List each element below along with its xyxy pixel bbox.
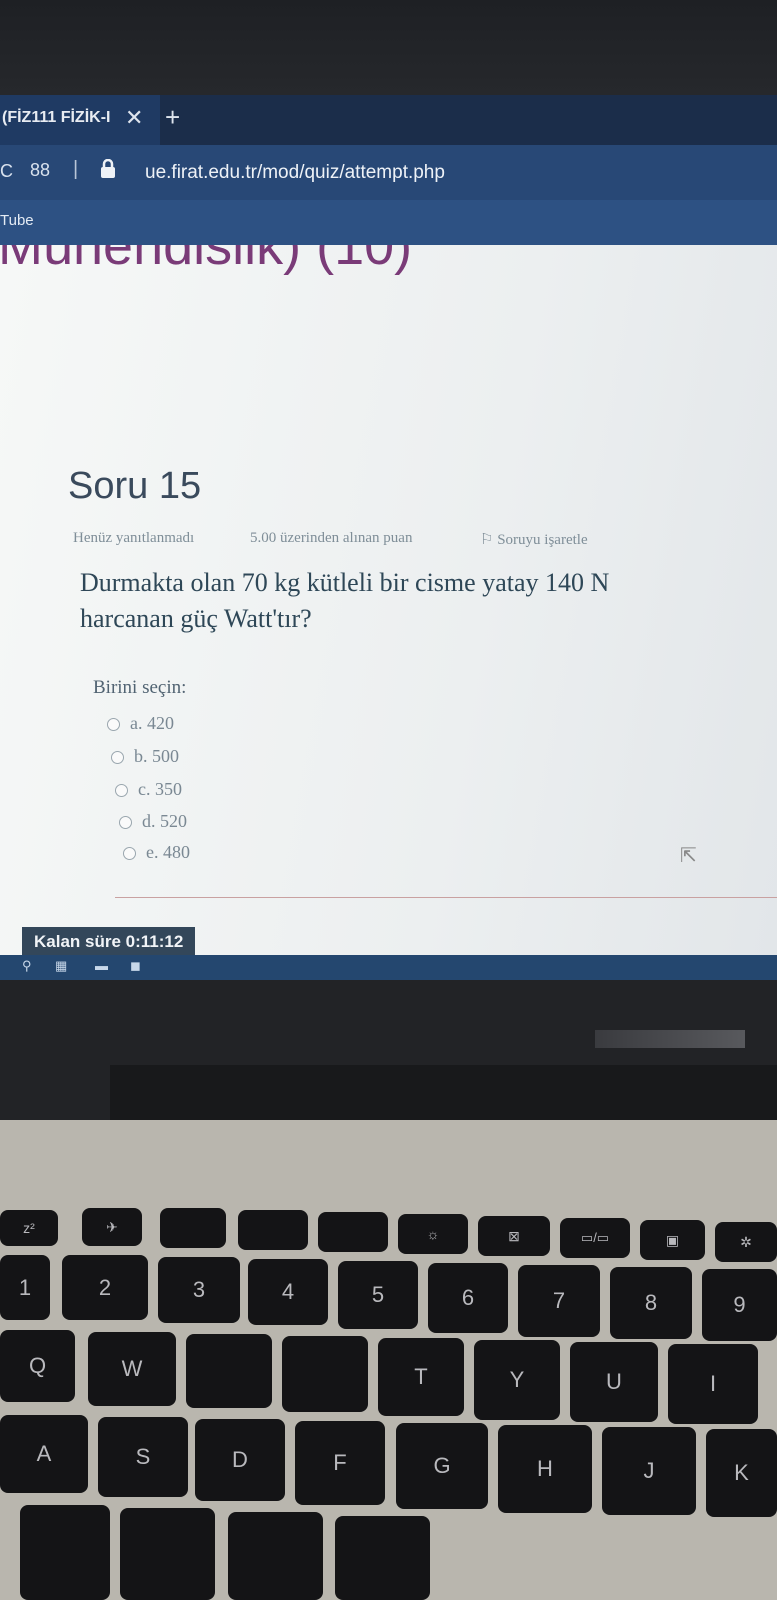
key-f4[interactable] bbox=[238, 1210, 308, 1250]
key-f9[interactable]: ▣ bbox=[640, 1220, 705, 1260]
key-7[interactable]: 7 bbox=[518, 1265, 600, 1337]
time-remaining: Kalan süre 0:11:12 bbox=[22, 927, 196, 957]
key-f1[interactable]: z² bbox=[0, 1210, 58, 1246]
key-f2[interactable]: ✈ bbox=[82, 1208, 142, 1246]
key-e[interactable] bbox=[186, 1334, 272, 1408]
key-k[interactable]: K bbox=[706, 1429, 777, 1517]
close-icon[interactable]: ✕ bbox=[125, 105, 143, 131]
question-line-1: Durmakta olan 70 kg kütleli bir cisme ya… bbox=[80, 568, 610, 597]
monitor-bezel bbox=[0, 0, 777, 95]
bookmarks-bar: Tube bbox=[0, 200, 777, 245]
key-z[interactable] bbox=[20, 1505, 110, 1600]
radio-button[interactable] bbox=[123, 847, 136, 861]
key-s[interactable]: S bbox=[98, 1417, 188, 1497]
key-f3[interactable] bbox=[160, 1208, 226, 1248]
taskbar: ⚲ ▦ ▬ ◼ bbox=[0, 955, 777, 980]
key-f6[interactable]: ☼ bbox=[398, 1214, 468, 1254]
choose-label: Birini seçin: bbox=[93, 677, 187, 698]
option-label: a. 420 bbox=[130, 713, 174, 733]
search-icon[interactable]: ⚲ bbox=[22, 958, 32, 974]
option-b[interactable]: b. 500 bbox=[111, 746, 179, 767]
option-label: d. 520 bbox=[142, 811, 187, 831]
key-h[interactable]: H bbox=[498, 1425, 592, 1513]
tab-title: (FİZ111 FİZİK-I bbox=[2, 109, 111, 126]
key-2[interactable]: 2 bbox=[62, 1255, 148, 1320]
key-f5[interactable] bbox=[318, 1212, 388, 1252]
option-label: e. 480 bbox=[146, 842, 190, 862]
url-field[interactable]: ue.firat.edu.tr/mod/quiz/attempt.php bbox=[145, 162, 445, 184]
key-1[interactable]: 1 bbox=[0, 1255, 50, 1320]
option-label: c. 350 bbox=[138, 779, 182, 799]
key-t[interactable]: T bbox=[378, 1338, 464, 1416]
laptop-hinge bbox=[110, 1065, 777, 1120]
mouse-cursor-icon: ⇱ bbox=[680, 845, 697, 867]
key-9[interactable]: 9 bbox=[702, 1269, 777, 1341]
key-3[interactable]: 3 bbox=[158, 1257, 240, 1323]
tab-active[interactable]: (FİZ111 FİZİK-I ✕ bbox=[0, 95, 160, 145]
lock-icon[interactable] bbox=[100, 158, 116, 184]
tab-bar: (FİZ111 FİZİK-I ✕ + bbox=[0, 95, 777, 145]
key-f7[interactable]: ⊠ bbox=[478, 1216, 550, 1256]
radio-button[interactable] bbox=[115, 784, 128, 798]
radio-button[interactable] bbox=[119, 816, 132, 830]
separator: | bbox=[73, 158, 79, 180]
flag-label: Soruyu işaretle bbox=[497, 532, 588, 548]
laptop-logo bbox=[595, 1030, 745, 1048]
key-q[interactable]: Q bbox=[0, 1330, 75, 1402]
option-d[interactable]: d. 520 bbox=[119, 811, 187, 832]
key-6[interactable]: 6 bbox=[428, 1263, 508, 1333]
monitor-icon[interactable]: ▬ bbox=[95, 958, 108, 973]
course-title: Mühendislik) (10) bbox=[0, 245, 413, 276]
radio-button[interactable] bbox=[111, 751, 124, 765]
key-5[interactable]: 5 bbox=[338, 1261, 418, 1329]
key-f8[interactable]: ▭/▭ bbox=[560, 1218, 630, 1258]
task-view-icon[interactable]: ▦ bbox=[55, 958, 67, 974]
flag-question-link[interactable]: ⚐ Soruyu işaretle bbox=[480, 530, 588, 549]
key-g[interactable]: G bbox=[396, 1423, 488, 1509]
quiz-page: Mühendislik) (10) Soru 15 Henüz yanıtlan… bbox=[0, 245, 777, 977]
key-x[interactable] bbox=[120, 1508, 215, 1600]
option-a[interactable]: a. 420 bbox=[107, 713, 174, 734]
question-status: Henüz yanıtlanmadı bbox=[73, 530, 195, 546]
key-j[interactable]: J bbox=[602, 1427, 696, 1515]
key-f[interactable]: F bbox=[295, 1421, 385, 1505]
key-r[interactable] bbox=[282, 1336, 368, 1412]
question-number: Soru 15 bbox=[68, 465, 202, 507]
key-d[interactable]: D bbox=[195, 1419, 285, 1501]
keyboard: z² ✈ ☼ ⊠ ▭/▭ ▣ ✲ 1 2 3 4 5 6 7 8 9 Q W T… bbox=[0, 1120, 777, 1600]
key-w[interactable]: W bbox=[88, 1332, 176, 1406]
key-i[interactable]: I bbox=[668, 1344, 758, 1424]
radio-button[interactable] bbox=[107, 718, 120, 732]
question-marks: 5.00 üzerinden alınan puan bbox=[250, 530, 413, 546]
app-icon[interactable]: ◼ bbox=[130, 958, 141, 974]
address-bar: C 88 | ue.firat.edu.tr/mod/quiz/attempt.… bbox=[0, 145, 777, 200]
reload-icon[interactable]: C bbox=[0, 161, 13, 182]
divider bbox=[115, 897, 777, 898]
apps-icon[interactable]: 88 bbox=[30, 160, 50, 181]
key-a[interactable]: A bbox=[0, 1415, 88, 1493]
key-c[interactable] bbox=[228, 1512, 323, 1600]
option-label: b. 500 bbox=[134, 746, 179, 766]
question-text: Durmakta olan 70 kg kütleli bir cisme ya… bbox=[80, 565, 777, 637]
key-u[interactable]: U bbox=[570, 1342, 658, 1422]
key-8[interactable]: 8 bbox=[610, 1267, 692, 1339]
key-f10[interactable]: ✲ bbox=[715, 1222, 777, 1262]
option-c[interactable]: c. 350 bbox=[115, 779, 182, 800]
key-y[interactable]: Y bbox=[474, 1340, 560, 1420]
bookmark-youtube[interactable]: Tube bbox=[0, 212, 34, 229]
key-v[interactable] bbox=[335, 1516, 430, 1600]
flag-icon: ⚐ bbox=[480, 532, 498, 548]
question-line-2: harcanan güç Watt'tır? bbox=[80, 604, 312, 633]
new-tab-button[interactable]: + bbox=[165, 102, 180, 133]
key-4[interactable]: 4 bbox=[248, 1259, 328, 1325]
option-e[interactable]: e. 480 bbox=[123, 842, 190, 863]
